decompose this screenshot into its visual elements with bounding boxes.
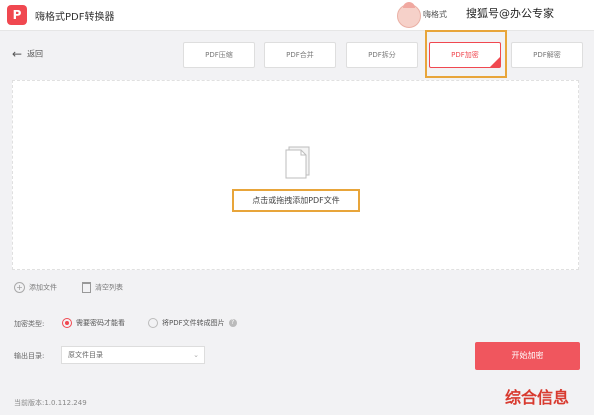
output-dir-label: 输出目录: xyxy=(14,352,45,360)
radio-unchecked-icon xyxy=(148,318,158,328)
active-corner-icon xyxy=(490,57,500,67)
option-to-image-label: 将PDF文件转成图片 xyxy=(162,319,225,327)
version-text: 当前版本:1.0.112.249 xyxy=(14,399,87,407)
tab-pdf-compress[interactable]: PDF压缩 xyxy=(183,42,255,68)
plus-circle-icon: + xyxy=(14,282,25,293)
tab-pdf-decrypt[interactable]: PDF解密 xyxy=(511,42,583,68)
clear-list-label: 清空列表 xyxy=(95,283,123,292)
corner-watermark: 综合信息 xyxy=(505,388,570,407)
radio-checked-icon xyxy=(62,318,72,328)
output-dir-select[interactable]: 原文件目录 ⌄ xyxy=(61,346,205,364)
back-label: 返回 xyxy=(27,49,44,59)
chevron-down-icon: ⌄ xyxy=(193,351,199,359)
radio-option-to-image[interactable]: 将PDF文件转成图片? xyxy=(148,318,237,328)
app-logo-icon: P xyxy=(7,5,27,25)
tab-pdf-encrypt[interactable]: PDF加密 xyxy=(429,42,501,68)
back-button[interactable]: ← 返回 xyxy=(12,47,43,61)
toolbar-row: ← 返回 PDF压缩 PDF合并 PDF拆分 PDF加密 PDF解密 xyxy=(0,30,594,78)
encrypt-type-label: 加密类型: xyxy=(14,320,45,328)
start-encrypt-button[interactable]: 开始加密 xyxy=(475,342,580,370)
tab-pdf-merge[interactable]: PDF合并 xyxy=(264,42,336,68)
user-name[interactable]: 嗨格式 xyxy=(423,9,447,20)
add-pdf-button[interactable]: 点击或拖拽添加PDF文件 xyxy=(232,189,360,212)
app-title: 嗨格式PDF转换器 xyxy=(35,12,115,23)
clear-list-button[interactable]: 清空列表 xyxy=(82,282,123,293)
document-icon xyxy=(285,146,310,179)
avatar[interactable] xyxy=(397,2,421,28)
tab-pdf-split[interactable]: PDF拆分 xyxy=(346,42,418,68)
trash-icon xyxy=(82,282,91,293)
add-file-button[interactable]: + 添加文件 xyxy=(14,282,57,293)
radio-option-password[interactable]: 需要密码才能看 xyxy=(62,318,125,328)
tab-pdf-encrypt-label: PDF加密 xyxy=(451,51,479,59)
option-password-label: 需要密码才能看 xyxy=(76,319,125,327)
output-dir-value: 原文件目录 xyxy=(68,351,103,359)
title-bar: P 嗨格式PDF转换器 嗨格式 搜狐号@办公专家 xyxy=(0,0,594,31)
arrow-left-icon: ← xyxy=(12,47,23,61)
question-mark-icon[interactable]: ? xyxy=(228,319,237,327)
watermark-text: 搜狐号@办公专家 xyxy=(466,7,554,20)
add-file-label: 添加文件 xyxy=(29,283,57,292)
